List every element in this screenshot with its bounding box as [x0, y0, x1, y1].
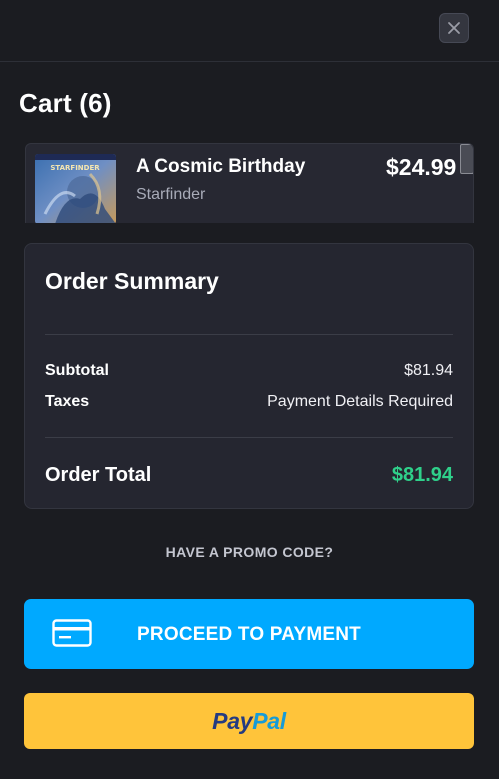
taxes-value: Payment Details Required — [267, 393, 453, 410]
proceed-to-payment-label: PROCEED TO PAYMENT — [137, 624, 361, 645]
close-icon — [448, 22, 460, 34]
close-button[interactable] — [439, 13, 469, 43]
product-thumbnail[interactable]: STARFINDER — [35, 154, 116, 223]
order-summary-card: Order Summary Subtotal $81.94 Taxes Paym… — [24, 243, 474, 509]
promo-code-link[interactable]: HAVE A PROMO CODE? — [0, 544, 499, 560]
scrollbar-thumb[interactable] — [460, 144, 473, 174]
thumbnail-logo-text: STARFINDER — [50, 164, 100, 172]
cart-title: Cart (6) — [19, 88, 112, 118]
subtotal-value: $81.94 — [404, 362, 453, 379]
subtotal-label: Subtotal — [45, 362, 109, 379]
paypal-logo-part2: Pal — [252, 707, 286, 734]
cart-items-list[interactable]: STARFINDER A Cosmic Birthday Starfinder … — [25, 143, 474, 223]
paypal-button[interactable]: PayPal — [24, 693, 474, 749]
proceed-to-payment-button[interactable]: PROCEED TO PAYMENT — [24, 599, 474, 669]
order-total-label: Order Total — [45, 464, 152, 486]
paypal-logo: PayPal — [212, 708, 286, 735]
order-summary-title: Order Summary — [45, 268, 219, 294]
paypal-logo-part1: Pay — [212, 707, 253, 734]
taxes-label: Taxes — [45, 393, 90, 410]
item-price: $24.99 — [386, 154, 457, 180]
top-bar — [0, 0, 499, 62]
divider — [45, 334, 453, 335]
item-subtitle: Starfinder — [136, 186, 206, 203]
item-title[interactable]: A Cosmic Birthday — [136, 156, 305, 178]
order-total-value: $81.94 — [391, 464, 453, 486]
divider — [45, 437, 453, 438]
